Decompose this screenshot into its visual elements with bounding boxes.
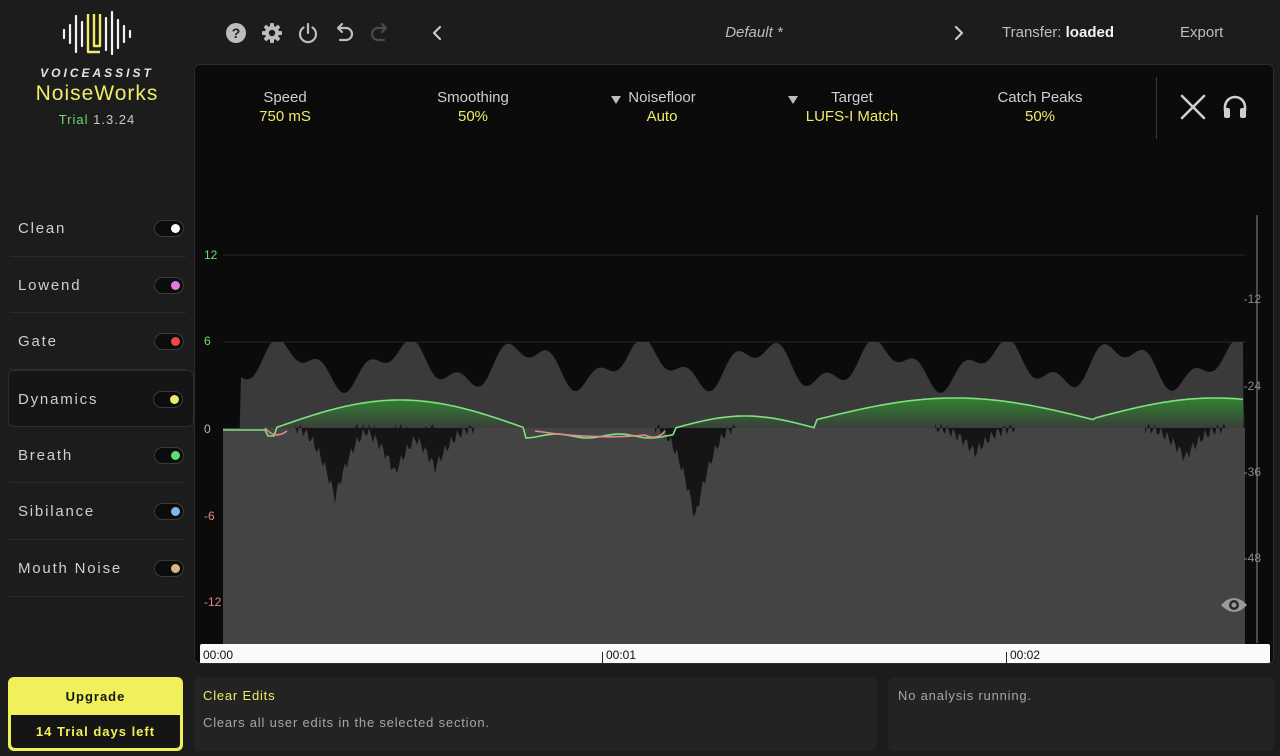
module-list: Clean Lowend Gate Dynamics Breath Sibilance Mo…	[0, 200, 194, 597]
power-icon[interactable]	[295, 20, 321, 46]
upgrade-button[interactable]: Upgrade	[8, 689, 183, 704]
module-toggle[interactable]	[154, 276, 184, 294]
logo: VOICEASSIST NoiseWorks Trial 1.3.24	[0, 8, 194, 127]
dropdown-caret-icon[interactable]	[611, 96, 621, 104]
param-smoothing[interactable]: Smoothing 50%	[383, 89, 563, 125]
module-toggle[interactable]	[154, 503, 184, 521]
toggle-indicator	[171, 450, 180, 460]
headphones-icon[interactable]	[1221, 93, 1249, 126]
transfer-value: loaded	[1065, 24, 1114, 41]
module-item-dynamics[interactable]: Dynamics	[8, 370, 194, 427]
toolbar: ? Default * Transfer: loaded Export	[194, 0, 1280, 64]
param-value[interactable]: 50%	[950, 108, 1130, 125]
toggle-indicator	[171, 507, 180, 517]
toggle-indicator	[171, 280, 180, 290]
info-title: Clear Edits	[203, 688, 276, 703]
param-name: Speed	[263, 89, 307, 106]
module-toggle[interactable]	[154, 446, 184, 464]
timeline-tick	[602, 652, 603, 663]
undo-icon[interactable]	[331, 20, 357, 46]
dynamics-panel: Speed 750 mS Smoothing 50% Noisefloor Au…	[194, 64, 1274, 664]
module-label: Clean	[18, 220, 67, 237]
brand-version: Trial 1.3.24	[0, 112, 194, 127]
param-catch-peaks[interactable]: Catch Peaks 50%	[950, 89, 1130, 125]
right-scale-label: -36	[1243, 465, 1261, 479]
previous-preset-chevron-icon[interactable]	[425, 20, 451, 46]
gear-icon[interactable]	[259, 20, 285, 46]
redo-icon[interactable]	[367, 20, 393, 46]
toggle-indicator	[170, 395, 179, 405]
eye-icon[interactable]	[1219, 595, 1249, 620]
left-scale-label: 0	[204, 422, 211, 436]
trial-days-left: 14 Trial days left	[11, 715, 180, 748]
sidebar: VOICEASSIST NoiseWorks Trial 1.3.24 Clea…	[0, 0, 194, 756]
module-label: Lowend	[18, 276, 82, 294]
module-label: Breath	[18, 446, 73, 464]
module-toggle[interactable]	[154, 560, 184, 578]
param-target[interactable]: Target LUFS-I Match	[762, 89, 942, 125]
brand-product-name: NoiseWorks	[35, 82, 159, 105]
param-name: Smoothing	[437, 89, 509, 106]
analysis-status: No analysis running.	[898, 688, 1032, 703]
info-description: Clears all user edits in the selected se…	[203, 715, 490, 730]
timeline-label: 00:00	[203, 648, 234, 662]
left-scale-label: 6	[204, 334, 211, 348]
param-name: Catch Peaks	[997, 89, 1083, 106]
upgrade-panel[interactable]: Upgrade 14 Trial days left	[8, 677, 183, 751]
param-noisefloor[interactable]: Noisefloor Auto	[572, 89, 752, 125]
module-item-clean[interactable]: Clean	[10, 200, 186, 257]
svg-text:?: ?	[232, 25, 241, 41]
gain-graph[interactable]	[195, 65, 1274, 664]
module-item-mouth-noise[interactable]: Mouth Noise	[10, 540, 186, 597]
timeline-tick	[1006, 652, 1007, 663]
close-icon[interactable]	[1179, 93, 1207, 126]
right-scale-label: -12	[1243, 292, 1261, 306]
timeline-label: 00:01	[606, 648, 637, 662]
module-item-breath[interactable]: Breath	[10, 427, 186, 484]
module-toggle[interactable]	[154, 333, 184, 351]
transfer-label: Transfer:	[1002, 24, 1062, 41]
left-scale-label: 12	[204, 248, 218, 262]
module-label: Gate	[18, 333, 58, 351]
module-label: Sibilance	[18, 503, 96, 521]
param-value[interactable]: 750 mS	[195, 108, 375, 125]
version-number: 1.3.24	[93, 112, 136, 127]
module-toggle[interactable]	[153, 391, 183, 409]
next-preset-chevron-icon[interactable]	[945, 20, 971, 46]
dropdown-caret-icon[interactable]	[788, 96, 798, 104]
analysis-status-panel: No analysis running.	[888, 677, 1274, 751]
divider	[1156, 77, 1157, 139]
toggle-indicator	[171, 337, 180, 347]
module-item-gate[interactable]: Gate	[10, 313, 186, 371]
right-scale-label: -48	[1243, 551, 1261, 565]
module-toggle[interactable]	[154, 220, 184, 237]
brand-company: VOICEASSIST	[40, 66, 154, 80]
waveform-logo-icon	[62, 10, 132, 56]
transfer-status[interactable]: Transfer: loaded	[1002, 24, 1114, 41]
waveform-body	[223, 428, 1245, 645]
trial-label: Trial	[58, 112, 89, 127]
help-icon[interactable]: ?	[223, 20, 249, 46]
param-speed[interactable]: Speed 750 mS	[195, 89, 375, 125]
param-value[interactable]: 50%	[383, 108, 563, 125]
timeline-label: 00:02	[1010, 648, 1041, 662]
preset-name[interactable]: Default *	[634, 24, 874, 41]
module-item-lowend[interactable]: Lowend	[10, 257, 186, 314]
module-label: Dynamics	[18, 391, 99, 409]
param-value[interactable]: LUFS-I Match	[762, 108, 942, 125]
right-scale-label: -24	[1243, 379, 1261, 393]
param-name: Noisefloor	[628, 89, 696, 106]
toggle-indicator	[171, 564, 180, 574]
info-panel: Clear Edits Clears all user edits in the…	[194, 677, 877, 751]
export-button[interactable]: Export	[1180, 24, 1223, 41]
timeline-ruler[interactable]: 00:00 00:01 00:02	[200, 644, 1270, 663]
left-scale-label: -6	[204, 509, 215, 523]
left-scale-label: -12	[204, 595, 222, 609]
param-value[interactable]: Auto	[572, 108, 752, 125]
module-item-sibilance[interactable]: Sibilance	[10, 483, 186, 541]
module-label: Mouth Noise	[18, 560, 123, 578]
toggle-indicator	[171, 224, 180, 233]
